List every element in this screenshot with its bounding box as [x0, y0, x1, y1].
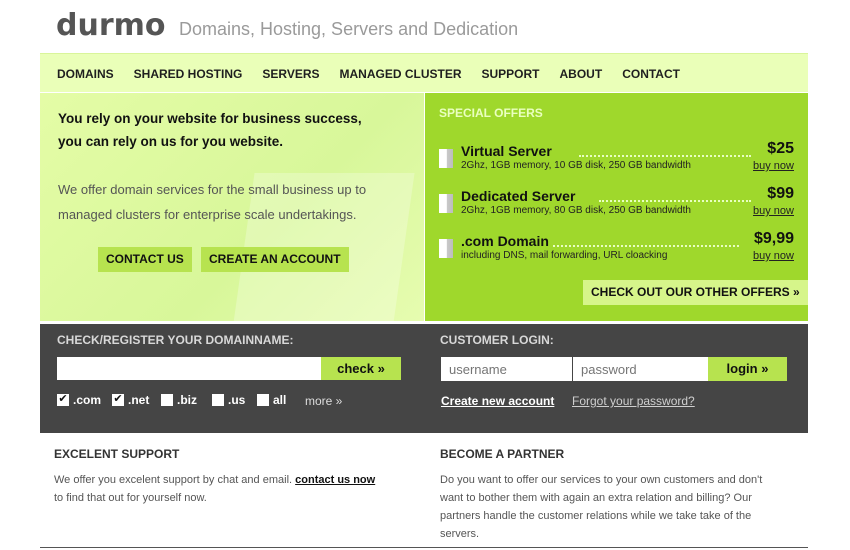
- tld-label: .biz: [177, 393, 197, 407]
- hero-panel: You rely on your website for business su…: [40, 93, 424, 321]
- offer-price: $9,99: [753, 230, 794, 247]
- domain-check-label: CHECK/REGISTER YOUR DOMAINNAME:: [57, 333, 294, 347]
- buy-now-link[interactable]: buy now: [753, 250, 794, 262]
- contact-us-button[interactable]: CONTACT US: [98, 247, 192, 272]
- hero-description: We offer domain services for the small b…: [58, 177, 408, 227]
- offer-item: Virtual Server 2Ghz, 1GB memory, 10 GB d…: [439, 140, 801, 183]
- domain-login-band: CHECK/REGISTER YOUR DOMAINNAME: check » …: [40, 324, 808, 433]
- logo[interactable]: durmo: [56, 8, 166, 43]
- tld-option-com[interactable]: ✔ .com: [57, 393, 101, 407]
- tagline: Domains, Hosting, Servers and Dedication: [179, 19, 519, 39]
- tld-option-us[interactable]: .us: [212, 393, 245, 407]
- checkbox-icon[interactable]: [257, 394, 269, 406]
- create-account-button[interactable]: CREATE AN ACCOUNT: [201, 247, 349, 272]
- offer-price: $25: [767, 140, 794, 157]
- offer-price: $99: [767, 185, 794, 202]
- hero-desc-line: We offer domain services for the small b…: [58, 182, 367, 197]
- offers-title: SPECIAL OFFERS: [439, 106, 543, 120]
- server-box-icon: [439, 149, 453, 168]
- more-tlds-link[interactable]: more »: [305, 394, 342, 408]
- offer-name: Virtual Server: [461, 143, 552, 159]
- partner-text-line: want to bother them with again an extra …: [440, 492, 752, 504]
- password-input[interactable]: [573, 357, 708, 381]
- server-box-icon: [439, 194, 453, 213]
- offer-spec: 2Ghz, 1GB memory, 10 GB disk, 250 GB ban…: [461, 160, 691, 171]
- offer-item: .com Domain including DNS, mail forwardi…: [439, 230, 801, 273]
- checkbox-checked-icon[interactable]: ✔: [57, 394, 69, 406]
- other-offers-button[interactable]: CHECK OUT OUR OTHER OFFERS »: [583, 280, 808, 305]
- nav-item-servers[interactable]: SERVERS: [262, 67, 319, 81]
- footer-divider: [40, 547, 808, 548]
- support-text: We offer you excelent support by chat an…: [54, 471, 424, 507]
- customer-login-label: CUSTOMER LOGIN:: [440, 333, 554, 347]
- support-title: EXCELENT SUPPORT: [54, 447, 180, 461]
- tld-label: all: [273, 393, 287, 407]
- nav-item-domains[interactable]: DOMAINS: [57, 67, 114, 81]
- checkbox-icon[interactable]: [161, 394, 173, 406]
- offer-name: Dedicated Server: [461, 188, 576, 204]
- create-account-link[interactable]: Create new account: [441, 394, 554, 408]
- leader-dots: [599, 200, 751, 202]
- special-offers-panel: SPECIAL OFFERS Virtual Server 2Ghz, 1GB …: [425, 93, 808, 321]
- partner-text-line: Do you want to offer our services to you…: [440, 474, 763, 486]
- checkbox-checked-icon[interactable]: ✔: [112, 394, 124, 406]
- offer-item: Dedicated Server 2Ghz, 1GB memory, 80 GB…: [439, 185, 801, 228]
- hero-lead-line: you can rely on us for you website.: [58, 134, 284, 149]
- forgot-password-link[interactable]: Forgot your password?: [572, 394, 695, 408]
- contact-us-now-link[interactable]: contact us now: [295, 474, 375, 486]
- hero-lead-line: You rely on your website for business su…: [58, 111, 362, 126]
- login-button[interactable]: login »: [708, 357, 787, 381]
- offer-spec: 2Ghz, 1GB memory, 80 GB disk, 250 GB ban…: [461, 205, 691, 216]
- server-box-icon: [439, 239, 453, 258]
- hero-desc-line: managed clusters for enterprise scale un…: [58, 207, 357, 222]
- buy-now-link[interactable]: buy now: [753, 205, 794, 217]
- hero-lead: You rely on your website for business su…: [58, 107, 398, 153]
- partner-title: BECOME A PARTNER: [440, 447, 565, 461]
- offer-spec: including DNS, mail forwarding, URL cloa…: [461, 250, 668, 261]
- partner-text: Do you want to offer our services to you…: [440, 471, 808, 543]
- main-nav: DOMAINS SHARED HOSTING SERVERS MANAGED C…: [40, 53, 808, 92]
- domain-input[interactable]: [57, 357, 321, 380]
- nav-item-about[interactable]: ABOUT: [560, 67, 603, 81]
- buy-now-link[interactable]: buy now: [753, 160, 794, 172]
- nav-item-shared-hosting[interactable]: SHARED HOSTING: [134, 67, 243, 81]
- tld-option-biz[interactable]: .biz: [161, 393, 197, 407]
- leader-dots: [553, 245, 739, 247]
- checkbox-icon[interactable]: [212, 394, 224, 406]
- tld-label: .net: [128, 393, 150, 407]
- support-text-line: to find that out for yourself now.: [54, 492, 207, 504]
- tld-option-net[interactable]: ✔ .net: [112, 393, 149, 407]
- username-input[interactable]: [441, 357, 572, 381]
- nav-item-contact[interactable]: CONTACT: [622, 67, 680, 81]
- nav-item-support[interactable]: SUPPORT: [482, 67, 540, 81]
- partner-text-line: servers.: [440, 528, 480, 540]
- support-text-line: We offer you excelent support by chat an…: [54, 474, 293, 486]
- tld-label: .com: [73, 393, 102, 407]
- nav-item-managed-cluster[interactable]: MANAGED CLUSTER: [340, 67, 462, 81]
- partner-text-line: partners handle the customer relations w…: [440, 510, 752, 522]
- tld-label: .us: [228, 393, 246, 407]
- offer-name: .com Domain: [461, 233, 549, 249]
- check-button[interactable]: check »: [321, 357, 401, 380]
- tld-option-all[interactable]: all: [257, 393, 286, 407]
- leader-dots: [579, 155, 751, 157]
